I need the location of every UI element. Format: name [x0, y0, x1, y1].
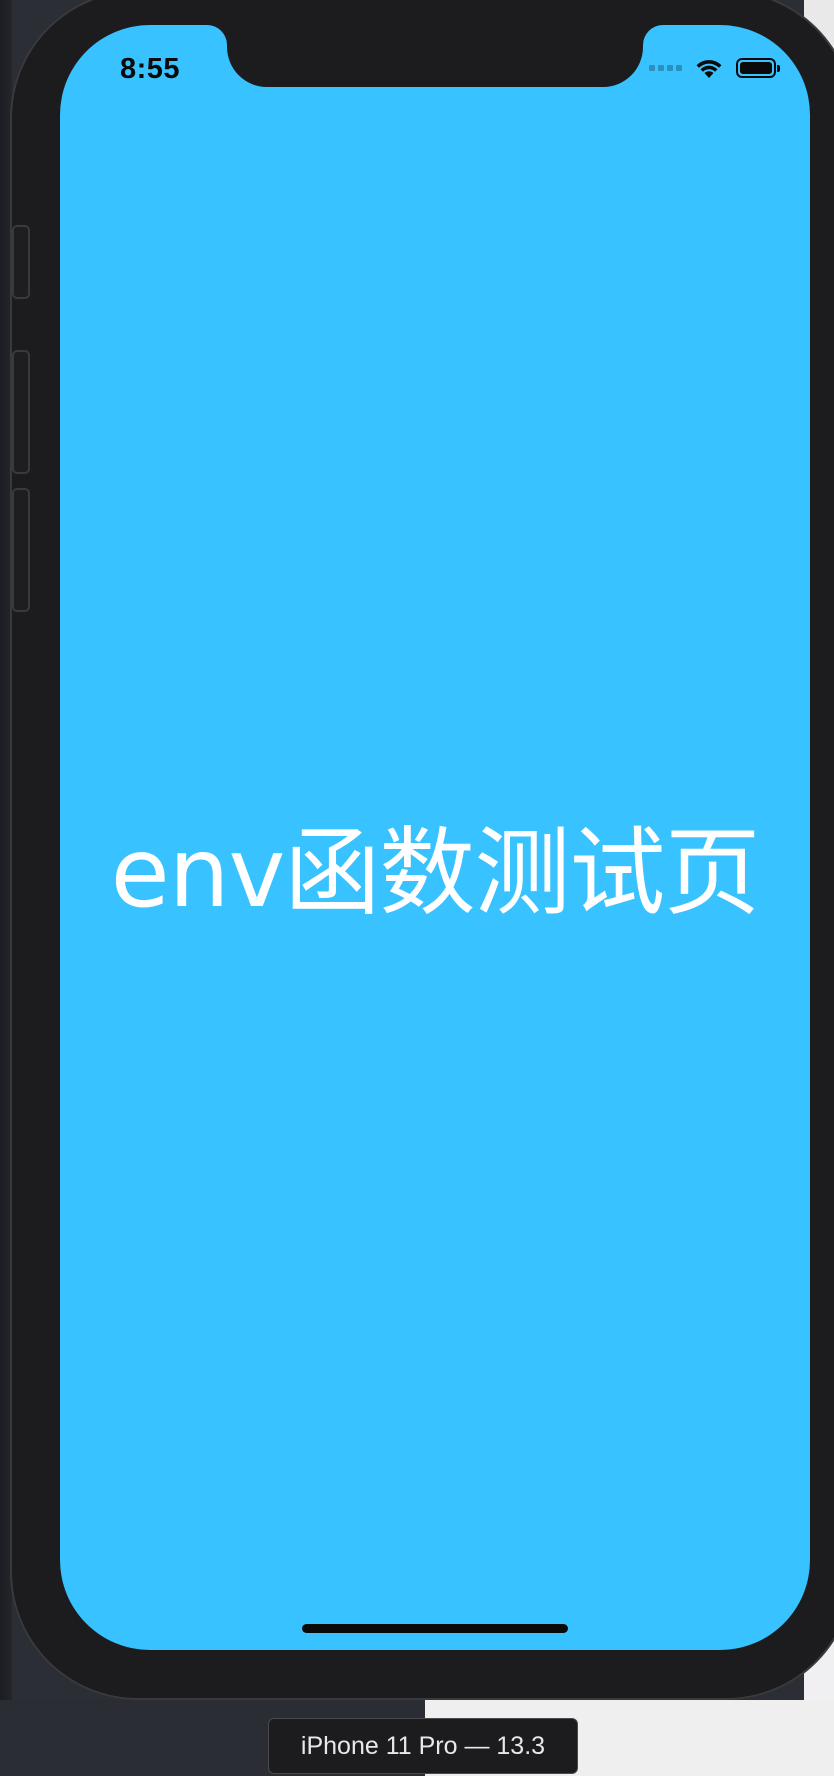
device-notch: [227, 25, 643, 87]
app-screen[interactable]: 8:55 env函数测试页: [60, 25, 810, 1650]
simulator-device-label: iPhone 11 Pro — 13.3: [268, 1718, 578, 1774]
volume-up-button[interactable]: [12, 350, 30, 474]
battery-icon: [736, 58, 780, 78]
page-title: env函数测试页: [110, 817, 761, 929]
status-bar-time: 8:55: [120, 53, 181, 85]
silent-switch[interactable]: [12, 225, 30, 299]
wifi-icon: [696, 59, 722, 78]
cellular-signal-icon: [649, 65, 682, 71]
home-indicator[interactable]: [302, 1624, 568, 1633]
volume-down-button[interactable]: [12, 488, 30, 612]
simulator-device-frame: 8:55 env函数测试页: [10, 0, 834, 1700]
status-bar-icons: [649, 57, 780, 79]
